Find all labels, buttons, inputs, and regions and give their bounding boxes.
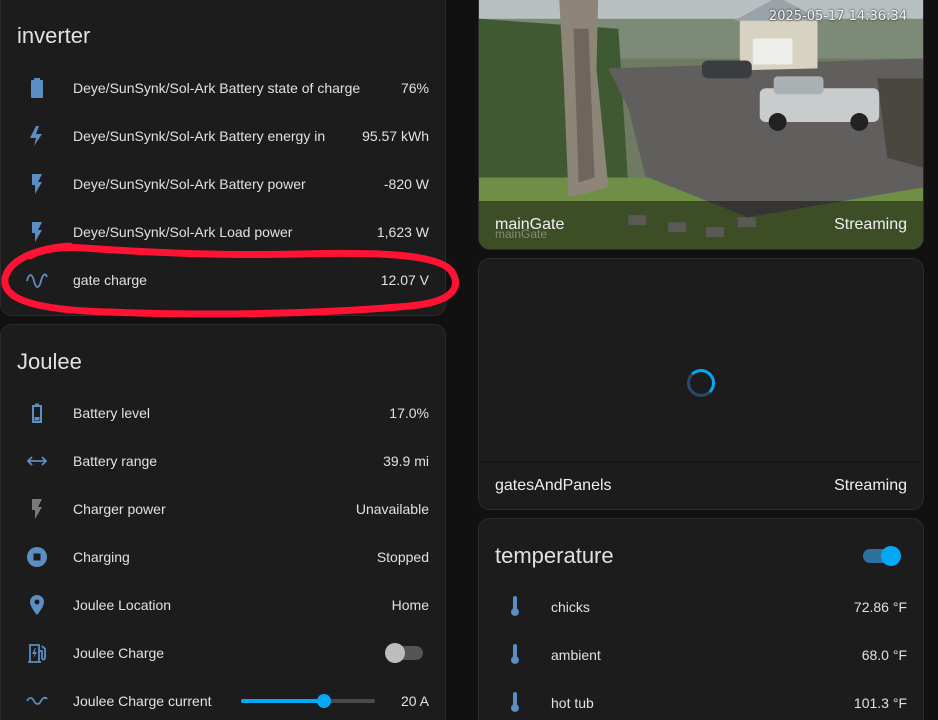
flash-icon [23,218,51,246]
inverter-row-gate-charge[interactable]: gate charge 12.07 V [1,256,445,304]
joulee-row-charge[interactable]: Joulee Charge [1,629,445,677]
row-value: 76% [400,80,429,96]
row-value: 12.07 V [380,272,429,288]
flash-icon [23,170,51,198]
lightning-bolt-icon [23,122,51,150]
thermometer-icon [501,593,529,621]
camera-name: gatesAndPanels [495,476,612,494]
toggle-knob [385,643,405,663]
battery-low-icon [23,399,51,427]
map-marker-icon [23,591,51,619]
camera-card-gatesandpanels[interactable]: gatesAndPanels Streaming [478,258,924,510]
temperature-card: temperature chicks 72.86 °F ambient 68.0… [478,518,924,720]
row-label: Deye/SunSynk/Sol-Ark Load power [73,224,293,240]
thermometer-icon [501,641,529,669]
inverter-row-battery-power[interactable]: Deye/SunSynk/Sol-Ark Battery power -820 … [1,160,445,208]
row-label: Charging [73,549,130,565]
joulee-row-battery-level[interactable]: Battery level 17.0% [1,389,445,437]
toggle-knob [881,546,901,566]
row-label: Joulee Location [73,597,172,613]
row-value: Stopped [376,549,429,565]
row-label: Charger power [73,501,166,517]
row-label: gate charge [73,272,147,288]
flash-icon [23,495,51,523]
camera-watermark: mainGate [495,227,548,241]
slider-fill [241,699,325,703]
joulee-row-charger-power[interactable]: Charger power Unavailable [1,485,445,533]
row-label: Battery range [73,453,158,469]
row-value: Unavailable [355,501,429,517]
row-value: -820 W [383,176,429,192]
inverter-row-battery-energy-in[interactable]: Deye/SunSynk/Sol-Ark Battery energy in 9… [1,112,445,160]
joulee-row-charge-current[interactable]: Joulee Charge current 20 A [1,677,445,720]
stop-circle-icon [23,543,51,571]
row-value: 20 A [400,693,429,709]
row-value: 101.3 °F [853,695,907,711]
arrow-left-right-icon [23,447,51,475]
temperature-card-title: temperature [495,543,614,568]
current-ac-icon [23,687,51,715]
camera-footer: gatesAndPanels Streaming [479,461,923,509]
row-label: Deye/SunSynk/Sol-Ark Battery power [73,176,306,192]
camera-footer: mainGate Streaming [479,201,923,249]
row-value: 17.0% [389,405,429,421]
row-label: Deye/SunSynk/Sol-Ark Battery energy in [73,128,326,144]
inverter-card-title: inverter [17,23,91,48]
loading-spinner-icon [687,369,715,397]
camera-status: Streaming [834,476,907,494]
row-value: 72.86 °F [853,599,907,615]
camera-status: Streaming [834,216,907,233]
joulee-card-title: Joulee [17,349,82,374]
charge-current-slider[interactable] [241,694,375,708]
row-label: Joulee Charge [73,645,165,661]
battery-icon [23,74,51,102]
joulee-row-location[interactable]: Joulee Location Home [1,581,445,629]
temperature-row-chicks[interactable]: chicks 72.86 °F [479,583,923,631]
inverter-row-load-power[interactable]: Deye/SunSynk/Sol-Ark Load power 1,623 W [1,208,445,256]
camera-card-maingate[interactable]: 2025-05-17 14:36:34 mainGate Streaming m… [478,0,924,250]
row-value: Home [391,597,429,613]
temperature-row-ambient[interactable]: ambient 68.0 °F [479,631,923,679]
sine-wave-icon [23,266,51,294]
row-value: 95.57 kWh [362,128,429,144]
row-label: Joulee Charge current [73,693,212,709]
temperature-row-hot-tub[interactable]: hot tub 101.3 °F [479,679,923,720]
slider-thumb[interactable] [317,694,332,708]
row-label: Deye/SunSynk/Sol-Ark Battery state of ch… [73,80,361,96]
joulee-charge-toggle[interactable] [385,643,423,663]
camera-timestamp: 2025-05-17 14:36:34 [768,9,907,24]
ev-station-icon [23,639,51,667]
row-label: Battery level [73,405,151,421]
joulee-row-battery-range[interactable]: Battery range 39.9 mi [1,437,445,485]
row-label: hot tub [551,695,594,711]
inverter-card: inverter Deye/SunSynk/Sol-Ark Battery st… [0,0,446,316]
joulee-row-charging[interactable]: Charging Stopped [1,533,445,581]
inverter-row-battery-soc[interactable]: Deye/SunSynk/Sol-Ark Battery state of ch… [1,64,445,112]
joulee-card: Joulee Battery level 17.0% Battery range… [0,324,446,720]
temperature-toggle[interactable] [863,546,901,566]
row-label: ambient [551,647,601,663]
thermometer-icon [501,689,529,717]
row-value: 39.9 mi [383,453,429,469]
row-label: chicks [551,599,590,615]
row-value: 1,623 W [376,224,429,240]
row-value: 68.0 °F [861,647,907,663]
